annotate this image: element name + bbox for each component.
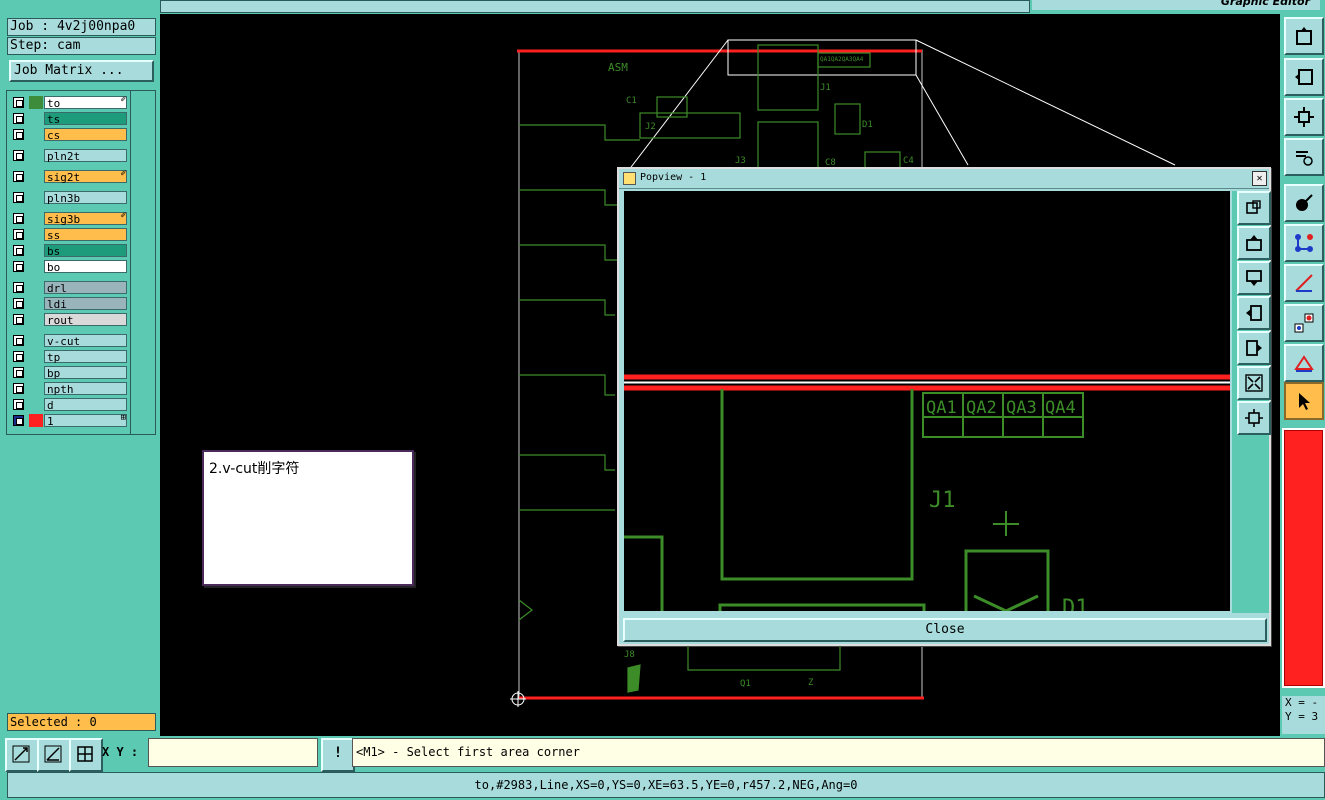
svg-text:J1: J1 [820,83,831,93]
info-button[interactable]: ! [321,738,355,772]
prompt-line: <M1> - Select first area corner [352,738,1325,767]
tool-select-point[interactable] [1284,184,1324,222]
popview-tool-4[interactable] [1237,296,1271,330]
svg-text:Z: Z [808,678,814,688]
zoom-in-icon [1245,374,1263,392]
popview-label-j1: J1 [929,488,956,513]
tool-measure[interactable] [1284,264,1324,302]
tool-settings[interactable] [1284,138,1324,176]
popview-label-d1: D1 [1062,596,1089,611]
measure-small-icon [44,745,62,763]
tool-pointer[interactable] [1284,382,1324,420]
coord-y: Y = 3 [1285,710,1319,723]
svg-text:C1: C1 [626,96,637,106]
popview-tool-5[interactable] [1237,331,1271,365]
tool-nodes[interactable] [1284,224,1324,262]
zoom-box-icon [12,745,30,763]
snap-point-icon [1296,194,1313,211]
tool-zoom-top[interactable] [1284,17,1324,55]
popview-title: Popview - 1 [640,172,707,183]
snap-center-icon [1294,313,1314,333]
status-line: to,#2983,Line,XS=0,YS=0,XE=63.5,YE=0,r45… [7,772,1325,798]
coord-readout: X = - Y = 3 [1282,696,1325,734]
xy-label: X Y : [102,745,139,759]
popview-close-button[interactable]: Close [623,618,1267,642]
popview-tool-2[interactable] [1237,226,1271,260]
popview-canvas[interactable]: QA1 QA2 QA3 QA4 J1 D1 [624,191,1230,611]
popview-label-qa3: QA3 [1006,398,1037,418]
measure-button[interactable] [37,738,71,772]
svg-text:Q1: Q1 [740,679,751,689]
svg-text:J3: J3 [735,156,746,166]
tool-zoom-fit[interactable] [1284,98,1324,136]
svg-text:J2: J2 [645,122,656,132]
xy-input[interactable] [148,738,318,767]
nodes-icon [1295,234,1313,252]
popview-label-qa1: QA1 [926,398,957,418]
pan-down-icon [1246,270,1262,286]
measure-icon [1295,274,1313,292]
popview-app-icon [623,172,636,185]
svg-text:QA1QA2QA3QA4: QA1QA2QA3QA4 [820,56,864,63]
angle-icon [1294,355,1314,372]
popview-tool-1[interactable] [1237,191,1271,225]
tool-angle[interactable] [1284,344,1324,382]
pointer-icon [1299,393,1310,410]
frame-left-icon [1295,69,1313,85]
tools-icon [1296,151,1313,166]
board-label-asm: ASM [608,61,628,74]
frame-up-icon [1296,27,1312,45]
grid-button[interactable] [69,738,103,772]
popview-close-icon[interactable]: ✕ [1252,171,1267,186]
coord-x: X = - [1285,696,1319,709]
svg-text:D1: D1 [862,120,873,130]
popview-label-qa4: QA4 [1045,398,1076,418]
popview-label-qa2: QA2 [966,398,997,418]
svg-text:C4: C4 [903,156,914,166]
zoom-out-icon [1245,409,1263,427]
tool-snap-center[interactable] [1284,304,1324,342]
grid-icon [77,746,93,762]
window-icon [1246,200,1261,214]
pan-up-icon [1246,235,1262,251]
popview-tool-7[interactable] [1237,401,1271,435]
popview-tool-6[interactable] [1237,366,1271,400]
layer-color-preview [1282,428,1325,688]
pan-right-icon [1246,340,1262,356]
popview-window: Popview - 1 ✕ QA1 QA2 QA3 QA4 J1 D1 Clos… [617,167,1271,646]
tool-zoom-left[interactable] [1284,58,1324,96]
zoom-box-button[interactable] [5,738,39,772]
fit-icon [1294,107,1314,127]
popview-tool-3[interactable] [1237,261,1271,295]
svg-text:J8: J8 [624,650,635,660]
pan-left-icon [1246,305,1262,321]
popview-titlebar[interactable]: Popview - 1 ✕ [619,169,1269,189]
